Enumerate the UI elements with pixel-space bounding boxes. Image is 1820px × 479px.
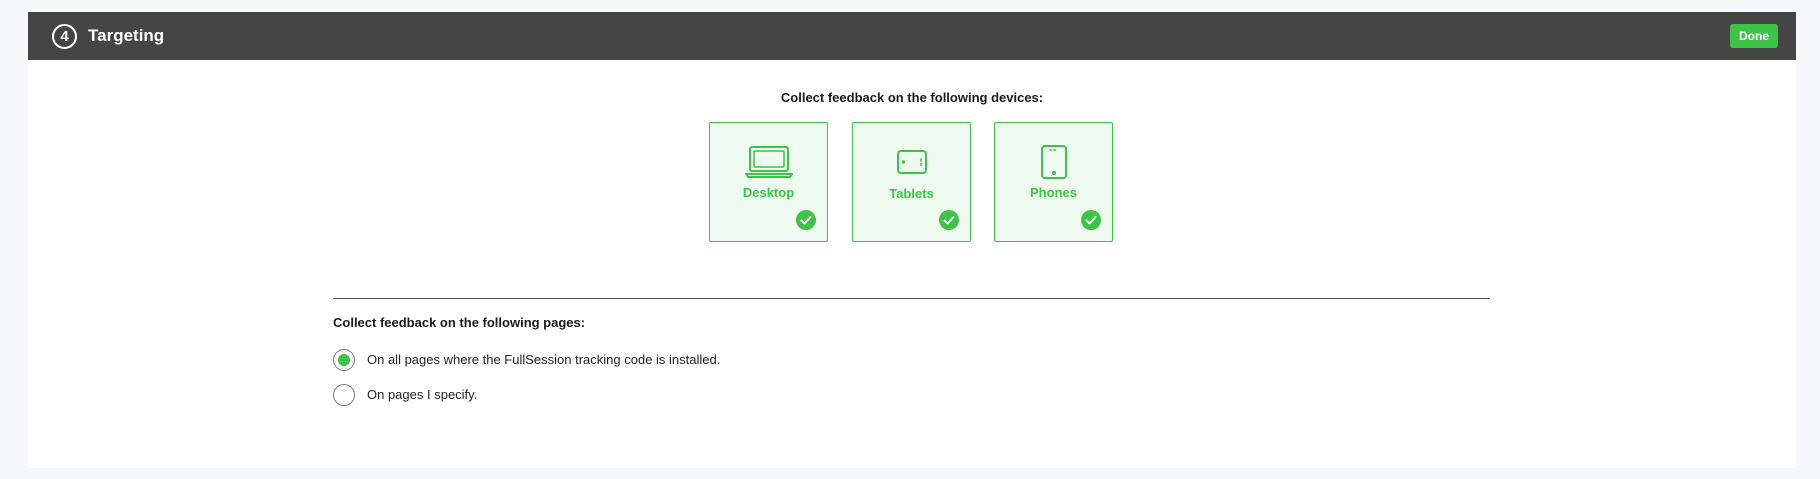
device-card-phones[interactable]: Phones [994, 122, 1113, 242]
radio-label-all-pages: On all pages where the FullSession track… [367, 352, 721, 367]
pages-heading: Collect feedback on the following pages: [333, 315, 586, 330]
devices-heading: Collect feedback on the following device… [780, 90, 1044, 105]
phone-icon [995, 145, 1112, 179]
device-label-phones: Phones [1030, 185, 1077, 200]
section-title: Targeting [88, 26, 165, 45]
radio-button[interactable] [333, 384, 355, 406]
device-card-desktop[interactable]: Desktop [709, 122, 828, 242]
tablet-icon [853, 145, 970, 179]
section-header: 4 Targeting Done [28, 12, 1796, 60]
radio-button-selected[interactable] [333, 349, 355, 371]
checkmark-icon [796, 210, 816, 230]
device-label-desktop: Desktop [742, 185, 795, 200]
laptop-icon [710, 145, 827, 179]
step-number-badge: 4 [52, 24, 77, 49]
targeting-panel: 4 Targeting Done Collect feedback on the… [28, 12, 1796, 468]
radio-label-specify-pages: On pages I specify. [367, 387, 478, 402]
device-label-tablets: Tablets [889, 186, 934, 201]
radio-selected-dot [338, 354, 350, 366]
done-button[interactable]: Done [1730, 24, 1778, 48]
checkmark-icon [939, 210, 959, 230]
checkmark-icon [1081, 210, 1101, 230]
section-divider [333, 298, 1490, 299]
device-card-tablets[interactable]: Tablets [852, 122, 971, 242]
